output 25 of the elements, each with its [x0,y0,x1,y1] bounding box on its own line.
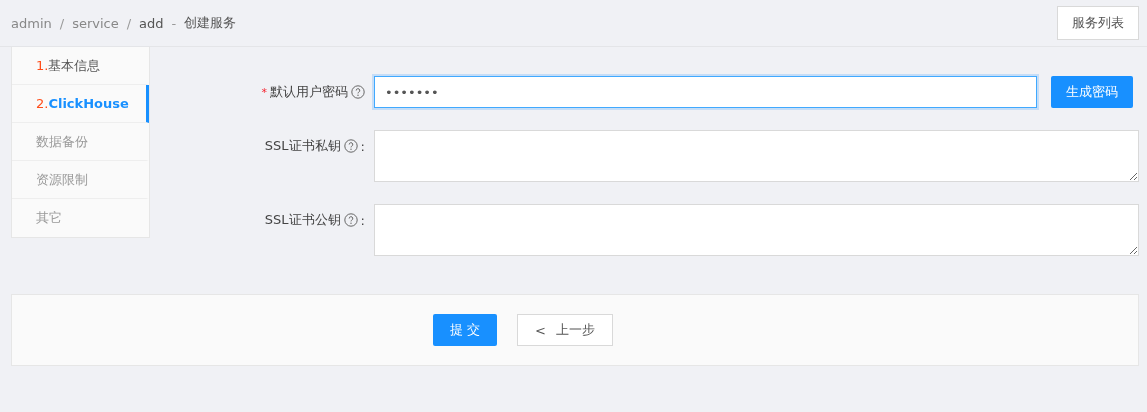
page-title: 创建服务 [184,14,237,32]
submit-button[interactable]: 提 交 [433,314,497,346]
step-item[interactable]: 1.基本信息 [12,47,149,85]
breadcrumb-separator: / [126,15,132,31]
password-field[interactable]: ••••••• [374,76,1037,108]
breadcrumb-item: add [139,15,164,31]
breadcrumb-dash: - [171,15,177,31]
help-icon [343,213,358,227]
field-label: 默认用户密码 [270,83,348,101]
help-icon [351,85,365,99]
service-list-button[interactable]: 服务列表 [1057,6,1139,40]
label-colon: : [360,138,365,154]
help-icon [343,139,358,153]
breadcrumb-item[interactable]: service [72,15,119,31]
field-label: SSL证书公钥 [264,211,341,229]
field-label: SSL证书私钥 [264,137,341,155]
generate-password-button[interactable]: 生成密码 [1051,76,1133,108]
back-button[interactable]: < 上一步 [517,314,613,346]
required-mark: * [261,85,267,99]
step-item[interactable]: 2.ClickHouse [12,85,149,123]
label-colon: : [360,212,365,228]
textarea-field[interactable] [374,130,1139,182]
breadcrumb-separator: / [59,15,65,31]
breadcrumb-item[interactable]: admin [11,15,52,31]
textarea-field[interactable] [374,204,1139,256]
